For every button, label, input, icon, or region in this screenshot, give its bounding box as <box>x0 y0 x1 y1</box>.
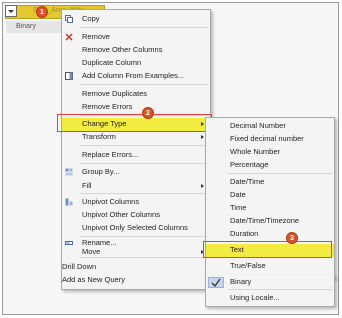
menu-item-label: Decimal Number <box>230 121 286 130</box>
menu-item-label: Move <box>82 247 101 256</box>
submenu-item-text[interactable]: Text <box>206 244 334 257</box>
submenu-item-percentage[interactable]: Percentage <box>206 159 334 171</box>
menu-separator <box>80 84 208 85</box>
column-dropdown-button[interactable] <box>5 5 17 17</box>
submenu-item-fixed-decimal-number[interactable]: Fixed decimal number <box>206 133 334 145</box>
submenu-item-date[interactable]: Date <box>206 189 334 201</box>
menu-item-label: Unpivot Columns <box>82 197 140 206</box>
copy-icon <box>65 15 73 23</box>
menu-item-add-as-new-query[interactable]: Add as New Query <box>62 274 125 286</box>
submenu-arrow-icon <box>201 122 204 126</box>
menu-item-unpivot-columns[interactable]: Unpivot Columns <box>62 196 210 208</box>
submenu-item-using-locale[interactable]: Using Locale... <box>206 292 334 304</box>
menu-separator <box>80 257 208 258</box>
menu-item-remove-duplicates[interactable]: Remove Duplicates <box>62 88 210 100</box>
menu-item-drill-down[interactable]: Drill Down <box>62 261 96 273</box>
submenu-item-date-time[interactable]: Date/Time <box>206 176 334 188</box>
menu-item-add-column-from-examples[interactable]: Add Column From Examples... <box>62 70 210 82</box>
submenu-arrow-icon <box>201 135 204 139</box>
column-context-menu-lower: Drill Down Add as New Query <box>61 256 211 290</box>
group-by-icon <box>65 168 73 176</box>
menu-item-duplicate-column[interactable]: Duplicate Column <box>62 57 210 69</box>
menu-item-label: Replace Errors... <box>82 150 139 159</box>
menu-item-label: Drill Down <box>62 262 97 271</box>
menu-item-label: Remove Other Columns <box>82 45 163 54</box>
menu-separator <box>228 241 332 242</box>
menu-separator <box>228 173 332 174</box>
menu-item-fill[interactable]: Fill <box>62 180 210 192</box>
menu-item-label: Add Column From Examples... <box>82 71 185 80</box>
annotation-badge-1: 1 <box>36 6 48 18</box>
menu-item-label: Fixed decimal number <box>230 134 304 143</box>
menu-item-label: Binary <box>230 277 252 286</box>
menu-item-remove-errors[interactable]: Remove Errors <box>62 101 210 113</box>
checkmark-icon <box>211 278 221 287</box>
submenu-item-time[interactable]: Time <box>206 202 334 214</box>
menu-item-copy[interactable]: Copy <box>62 13 210 25</box>
menu-item-label: Percentage <box>230 160 269 169</box>
menu-item-label: Using Locale... <box>230 293 280 302</box>
menu-item-label: Unpivot Only Selected Columns <box>82 223 188 232</box>
menu-item-transform[interactable]: Transform <box>62 131 210 143</box>
menu-item-label: Text <box>230 245 244 254</box>
menu-item-label: Date/Time/Timezone <box>230 216 300 225</box>
menu-item-label: Date <box>230 190 246 199</box>
menu-item-group-by[interactable]: Group By... <box>62 166 210 178</box>
submenu-item-date-time-timezone[interactable]: Date/Time/Timezone <box>206 215 334 227</box>
menu-separator <box>80 145 208 146</box>
submenu-item-whole-number[interactable]: Whole Number <box>206 146 334 158</box>
submenu-arrow-icon <box>201 184 204 188</box>
column-type-label: Binary <box>6 21 66 33</box>
menu-separator <box>80 27 208 28</box>
menu-item-label: Remove Errors <box>82 102 133 111</box>
menu-item-label: True/False <box>230 261 266 270</box>
menu-item-label: Remove <box>82 32 110 41</box>
menu-item-remove-other-columns[interactable]: Remove Other Columns <box>62 44 210 56</box>
unpivot-icon <box>65 198 73 206</box>
menu-item-label: Copy <box>82 14 100 23</box>
submenu-arrow-icon <box>201 250 204 254</box>
menu-item-label: Change Type <box>82 119 127 128</box>
remove-x-icon <box>65 33 73 41</box>
menu-item-label: Remove Duplicates <box>82 89 148 98</box>
change-type-submenu-lower: Binary Using Locale... <box>205 275 335 307</box>
menu-item-unpivot-only-selected-columns[interactable]: Unpivot Only Selected Columns <box>62 222 210 234</box>
menu-item-label: Group By... <box>82 167 120 176</box>
menu-item-label: Whole Number <box>230 147 281 156</box>
menu-item-label: Duplicate Column <box>82 58 142 67</box>
menu-separator <box>80 193 208 194</box>
menu-separator <box>80 163 208 164</box>
menu-item-label: Add as New Query <box>62 275 125 284</box>
menu-item-label: Fill <box>82 181 92 190</box>
submenu-item-binary[interactable]: Binary <box>206 276 334 288</box>
menu-item-label: Date/Time <box>230 177 265 186</box>
column-context-menu: Copy Remove Remove Other Columns Duplica… <box>61 9 211 261</box>
menu-item-remove[interactable]: Remove <box>62 31 210 43</box>
menu-item-unpivot-other-columns[interactable]: Unpivot Other Columns <box>62 209 210 221</box>
submenu-item-duration[interactable]: Duration <box>206 228 334 240</box>
menu-item-label: Duration <box>230 229 259 238</box>
change-type-submenu: Decimal Number Fixed decimal number Whol… <box>205 117 335 279</box>
annotation-badge-2: 2 <box>142 107 154 119</box>
add-column-examples-icon <box>65 72 73 80</box>
menu-item-label: Unpivot Other Columns <box>82 210 160 219</box>
menu-item-label: Transform <box>82 132 116 141</box>
annotation-badge-3: 3 <box>286 232 298 244</box>
menu-item-label: Time <box>230 203 247 212</box>
submenu-item-decimal-number[interactable]: Decimal Number <box>206 120 334 132</box>
menu-separator <box>228 289 332 290</box>
menu-item-change-type[interactable]: Change Type <box>62 118 210 131</box>
menu-item-replace-errors[interactable]: Replace Errors... <box>62 149 210 161</box>
submenu-item-true-false[interactable]: True/False <box>206 260 334 272</box>
